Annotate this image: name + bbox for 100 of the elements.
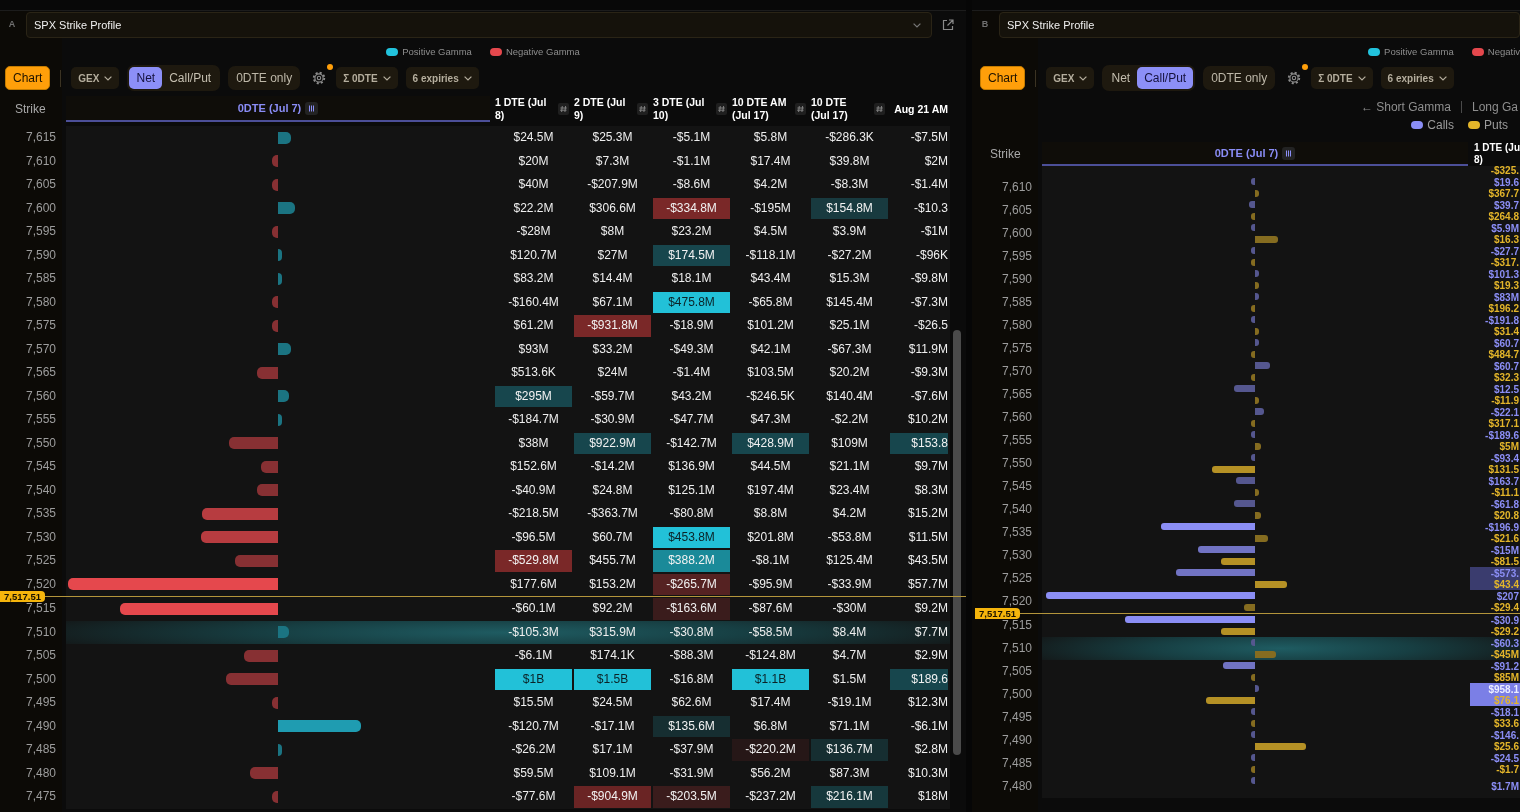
gamma-value: $7.7M <box>913 623 948 641</box>
gamma-value: $1.1B <box>732 668 809 690</box>
gamma-value: $922.9M <box>574 432 651 454</box>
gamma-value: $15.3M <box>828 270 871 287</box>
call-value: $60.7 <box>1493 360 1519 372</box>
external-link-icon[interactable] <box>942 19 954 31</box>
call-value: $19.6 <box>1493 176 1519 188</box>
hash-icon[interactable] <box>716 103 727 115</box>
metric-dropdown[interactable]: GEX <box>71 67 120 89</box>
expiries-dropdown[interactable]: 6 expiries <box>1380 67 1454 89</box>
gamma-value: $455.7M <box>588 552 637 569</box>
chart-button[interactable]: Chart <box>980 66 1026 90</box>
gamma-value: -$184.7M <box>507 411 560 428</box>
settings-icon[interactable] <box>1287 71 1302 85</box>
put-value: $5M <box>1499 440 1519 452</box>
strike-label: 7,560 <box>25 389 56 403</box>
hash-icon[interactable] <box>637 103 648 115</box>
gamma-value: $8.3M <box>913 481 948 499</box>
put-bar <box>1221 557 1255 565</box>
gamma-value: $11.9M <box>907 340 948 358</box>
gamma-bar <box>278 131 291 144</box>
call-value: $5.9M <box>1491 222 1519 234</box>
gamma-bar <box>278 249 282 262</box>
filter-button[interactable]: 0DTE only <box>1203 66 1276 90</box>
filter-button[interactable]: 0DTE only <box>228 66 301 90</box>
gamma-value: $39.8M <box>828 152 871 170</box>
hash-icon[interactable] <box>795 103 806 115</box>
call-value: -$27.7 <box>1490 245 1519 257</box>
column-header: Aug 21 AM <box>894 102 948 116</box>
mode-button[interactable]: Net <box>129 67 163 89</box>
gamma-value: $174.1K <box>589 647 636 664</box>
strike-label: 7,535 <box>25 507 56 521</box>
aggregate-dropdown[interactable]: Σ 0DTE <box>1311 67 1373 89</box>
strike-label: 7,480 <box>25 766 56 780</box>
gamma-value: $87.3M <box>828 764 871 782</box>
put-bar <box>1251 304 1255 312</box>
strike-label: 7,480 <box>1001 780 1032 793</box>
gamma-value: $2.9M <box>913 647 948 664</box>
hash-icon[interactable] <box>874 103 885 115</box>
gamma-value: $56.2M <box>749 764 792 782</box>
gamma-value: -$80.8M <box>668 505 715 522</box>
strike-label: 7,525 <box>1001 572 1032 585</box>
put-value: $25.6 <box>1493 740 1519 752</box>
bars-icon[interactable] <box>305 101 319 115</box>
hash-icon[interactable] <box>558 103 569 115</box>
call-bar <box>1251 777 1255 785</box>
gamma-value: $201.8M <box>746 528 795 546</box>
call-value: $83M <box>1494 291 1519 303</box>
gamma-value: $8M <box>599 223 626 240</box>
call-bar <box>1251 247 1255 255</box>
title-dropdown[interactable]: SPX Strike Profile <box>26 12 932 38</box>
aggregate-dropdown[interactable]: Σ 0DTE <box>336 67 398 89</box>
call-value: -$91.2 <box>1490 660 1519 672</box>
scrollbar-thumb[interactable] <box>953 330 961 755</box>
gamma-bar <box>272 696 278 709</box>
gamma-value: $9.7M <box>913 458 948 475</box>
gamma-value: -$30.8M <box>668 623 715 641</box>
put-value: $484.7 <box>1488 348 1519 360</box>
put-bar <box>1251 673 1255 681</box>
strike-label: 7,545 <box>25 460 56 474</box>
settings-icon[interactable] <box>312 71 327 85</box>
gamma-value: -$265.7M <box>653 573 730 595</box>
gamma-bar <box>272 178 278 191</box>
call-bar <box>1255 339 1259 347</box>
gamma-value: $428.9M <box>732 432 809 454</box>
gamma-value: -$1.4M <box>909 176 948 193</box>
call-bar <box>1251 316 1255 324</box>
put-bar <box>1221 627 1255 635</box>
gamma-bar <box>272 296 278 309</box>
legend-label: Positive Gamma <box>1384 44 1454 59</box>
title-dropdown[interactable]: SPX Strike Profile <box>999 12 1520 38</box>
gamma-value: $153.8 <box>890 432 948 454</box>
gamma-value: -$77.6M <box>510 788 557 805</box>
series-label: Calls <box>1427 117 1454 134</box>
chevron-down-icon <box>463 75 472 81</box>
gamma-value: -$1.1M <box>671 152 712 170</box>
gamma-value: $14.4M <box>591 270 634 287</box>
put-value: $32.3 <box>1493 371 1519 383</box>
expiries-dropdown[interactable]: 6 expiries <box>405 67 479 89</box>
gamma-value: $42.1M <box>749 340 792 358</box>
mode-button[interactable]: Call/Put <box>162 67 219 89</box>
mode-button[interactable]: Call/Put <box>1137 67 1194 89</box>
strike-label: 7,600 <box>25 201 56 215</box>
chart-button[interactable]: Chart <box>5 66 51 90</box>
gamma-value: $4.2M <box>752 176 789 193</box>
axis-label: ← Short Gamma <box>1360 99 1451 116</box>
call-bar <box>1251 754 1255 762</box>
gamma-value: $101.2M <box>746 317 795 334</box>
gamma-value: $4.2M <box>831 505 868 522</box>
strike-label: 7,520 <box>1001 595 1032 608</box>
put-bar <box>1255 742 1306 750</box>
gamma-value: $1B <box>495 668 572 690</box>
put-bar <box>1251 212 1255 220</box>
put-bar <box>1255 189 1259 197</box>
gamma-value: -$6.1M <box>513 647 554 664</box>
strike-label: 7,605 <box>25 178 56 192</box>
bars-icon[interactable] <box>1282 146 1296 160</box>
metric-dropdown[interactable]: GEX <box>1046 67 1095 89</box>
put-value: -$29.2 <box>1490 625 1519 637</box>
mode-button[interactable]: Net <box>1104 67 1138 89</box>
